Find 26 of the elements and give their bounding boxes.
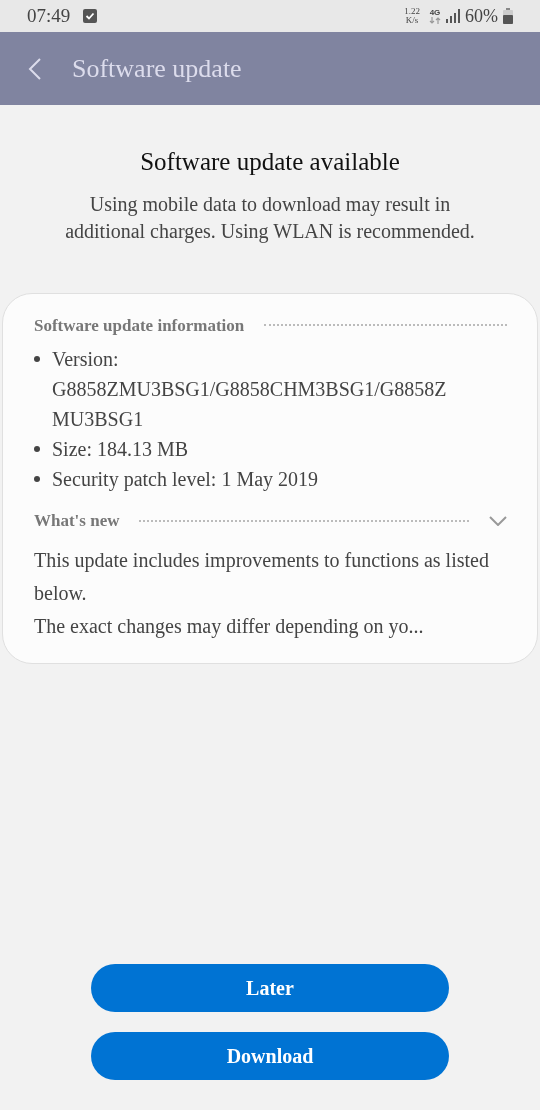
download-button[interactable]: Download: [91, 1032, 449, 1080]
status-time: 07:49: [27, 3, 71, 28]
chevron-icon[interactable]: [489, 515, 507, 526]
page-title: Software update: [72, 53, 242, 85]
signal-icon: [446, 9, 460, 23]
info-item: Security patch level: 1 May 2019: [52, 467, 320, 493]
bullet-icon: [34, 446, 40, 452]
battery-percent: 60%: [465, 4, 498, 28]
heading: Software update available: [139, 147, 401, 177]
bullet-icon: [34, 356, 40, 362]
battery-icon: [503, 8, 513, 24]
speed-unit: K/s: [405, 16, 419, 25]
bullet-icon: [34, 476, 40, 482]
section-title: Software update information: [34, 314, 245, 337]
data-arrows-icon: [429, 17, 441, 24]
section-title: What's new: [34, 510, 120, 532]
network-type: 4G: [429, 8, 441, 17]
whats-new-text: This update includes improvements to functions as listed below.: [34, 547, 490, 606]
later-button[interactable]: Later: [91, 964, 449, 1012]
notice-text: Using mobile data to download may result in additional charges. Using WLAN is recommended.: [64, 191, 476, 245]
notification-icon: [83, 9, 98, 23]
whats-new-text: The exact changes may differ depending on yo...: [34, 613, 425, 640]
back-icon: [28, 57, 42, 80]
info-item: Size: 184.13 MB: [52, 437, 190, 462]
info-item: Version: G8858ZMU3BSG1/G8858CHM3BSG1/G8858ZMU3BSG1: [52, 347, 448, 432]
speed-value: 1.22: [404, 7, 420, 16]
